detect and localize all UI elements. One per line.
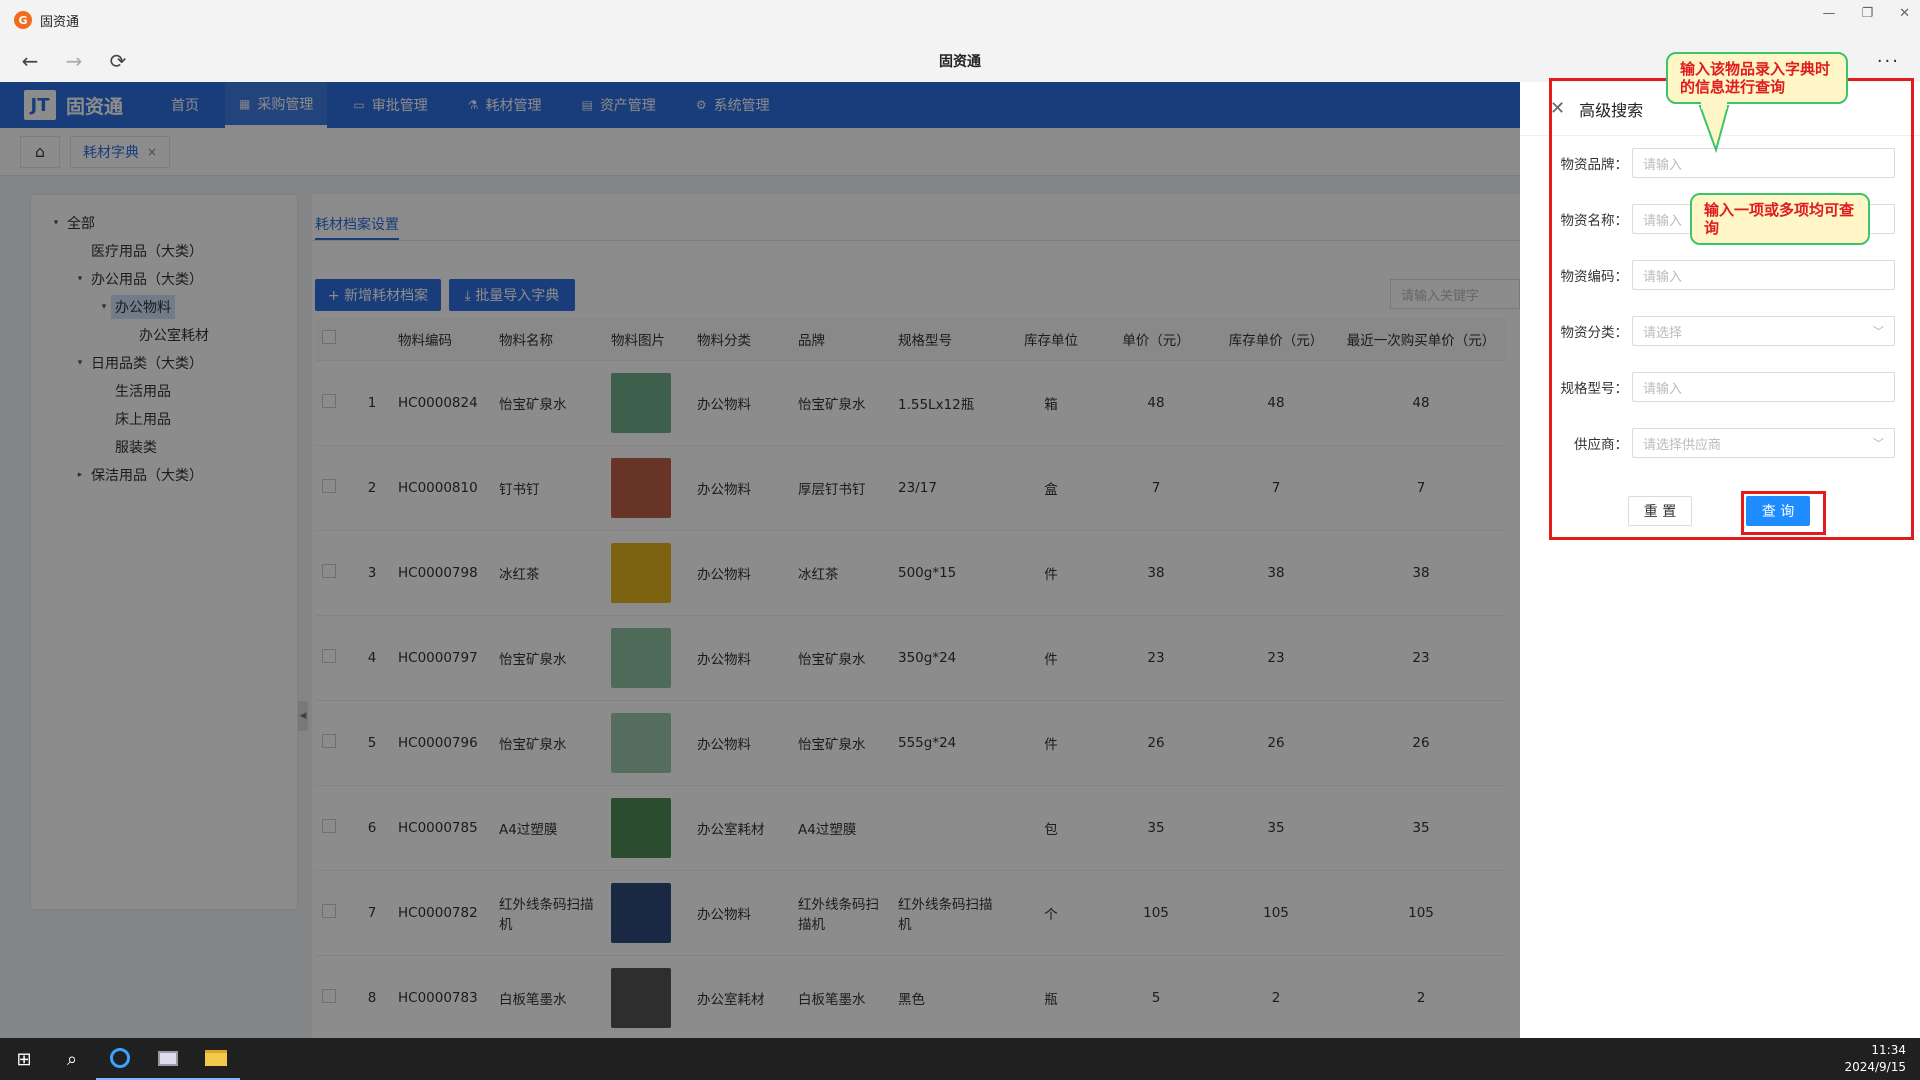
app-logo-icon: G	[14, 11, 32, 29]
minimize-button[interactable]: —	[1822, 6, 1835, 21]
clock-date: 2024/9/15	[1844, 1060, 1906, 1074]
system-clock: 11:34 2024/9/15	[1844, 1042, 1906, 1076]
page-title: 固资通	[939, 54, 981, 70]
callout-query-hint: 输入该物品录入字典时的信息进行查询	[1666, 52, 1848, 104]
modal-overlay[interactable]	[0, 82, 1520, 1038]
refresh-icon[interactable]: ⟳	[96, 49, 140, 73]
callout-multi-field-hint: 输入一项或多项均可查询	[1690, 193, 1870, 245]
window-titlebar: G 固资通 — ❐ ✕	[0, 0, 1920, 40]
annotation-search-button-box	[1741, 491, 1826, 535]
maximize-button[interactable]: ❐	[1861, 6, 1873, 21]
clock-time: 11:34	[1871, 1043, 1906, 1057]
windows-start-icon[interactable]: ⊞	[0, 1038, 48, 1080]
remote-desktop-app-icon[interactable]	[144, 1038, 192, 1080]
os-taskbar: ⊞ ⌕ 11:34 2024/9/15	[0, 1038, 1920, 1080]
browser-navbar: ← → ⟳ 固资通 ···	[0, 40, 1920, 82]
window-title: 固资通	[40, 14, 80, 30]
more-menu-icon[interactable]: ···	[1877, 51, 1900, 72]
close-window-button[interactable]: ✕	[1899, 6, 1910, 21]
window-controls: — ❐ ✕	[1822, 6, 1910, 21]
file-explorer-icon[interactable]	[192, 1038, 240, 1080]
back-arrow-icon[interactable]: ←	[8, 49, 52, 73]
taskbar-search-icon[interactable]: ⌕	[48, 1038, 96, 1080]
forward-arrow-icon[interactable]: →	[52, 49, 96, 73]
browser-app-icon[interactable]	[96, 1038, 144, 1080]
callout-query-hint-pointer	[1698, 100, 1730, 154]
